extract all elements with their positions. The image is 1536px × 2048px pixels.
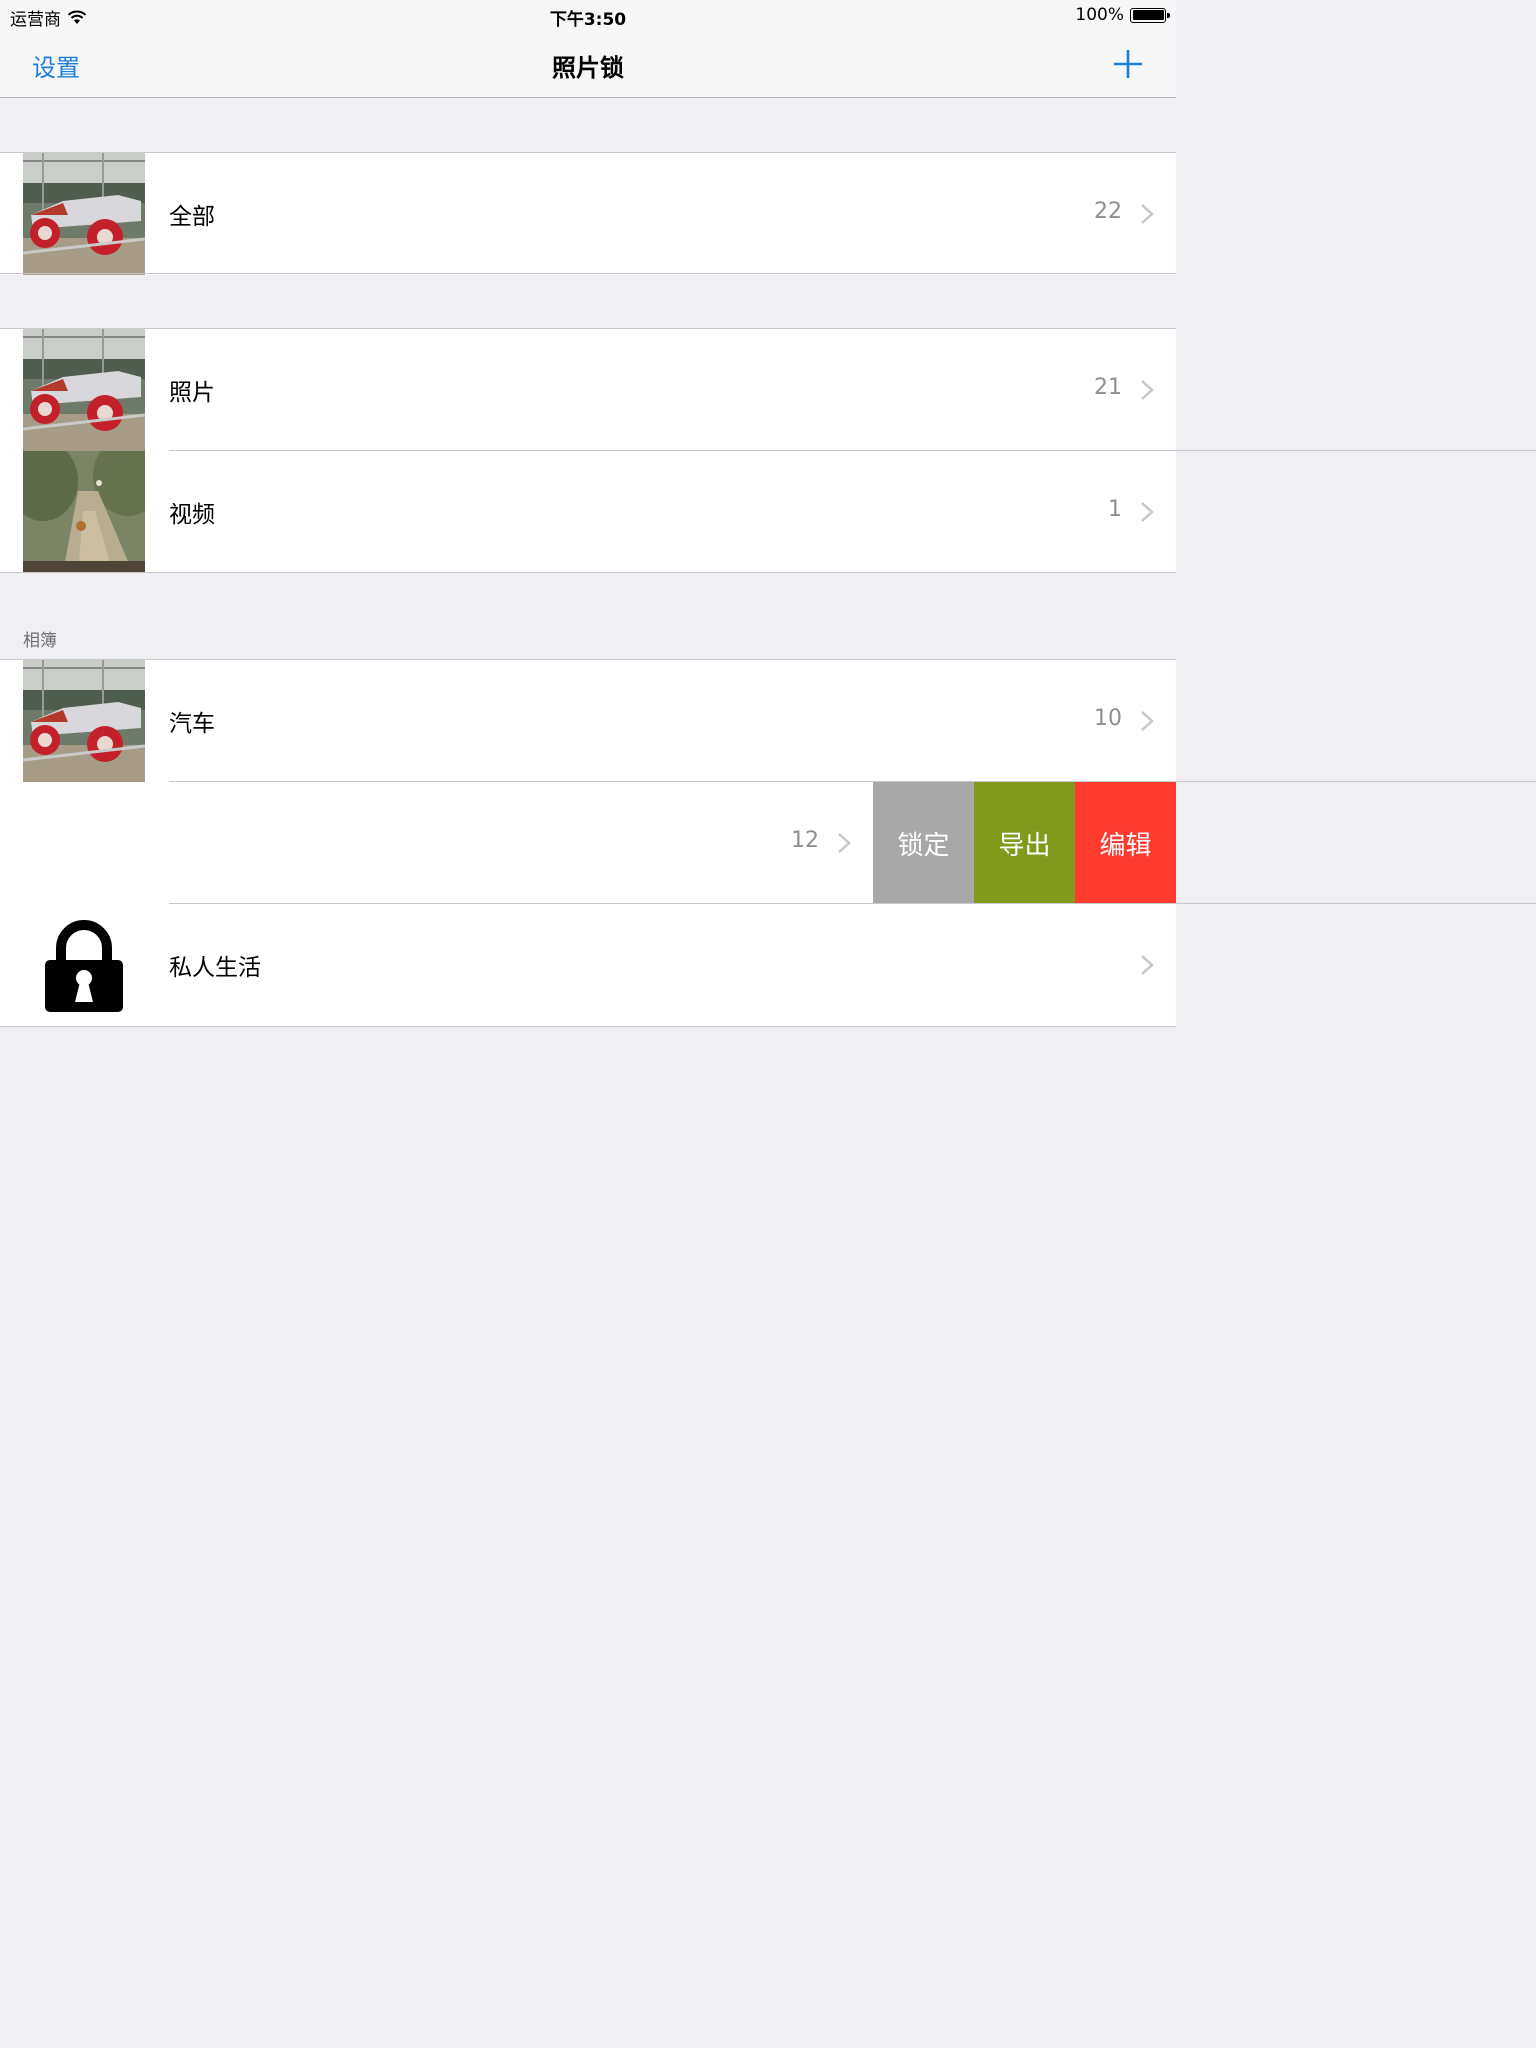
- row-album-cars-label: 汽车: [169, 711, 215, 737]
- row-all[interactable]: 全部 22: [0, 153, 1176, 275]
- plus-icon[interactable]: [1108, 44, 1148, 84]
- lock-icon: [23, 904, 145, 1026]
- car-thumbnail: [23, 329, 145, 451]
- car-thumbnail: [23, 153, 145, 275]
- row-album-private[interactable]: 私人生活: [0, 904, 1176, 1026]
- section-separator: [0, 273, 1176, 274]
- row-videos-count: 1: [1108, 497, 1122, 522]
- row-album-cars-count: 10: [1094, 706, 1122, 731]
- export-action-button[interactable]: 导出: [974, 782, 1075, 904]
- row-all-count: 22: [1094, 199, 1122, 224]
- row-album-swiped[interactable]: 12 锁定 导出 编辑: [0, 782, 1176, 904]
- albums-section-header: 相簿: [23, 631, 57, 651]
- battery-icon: [1130, 7, 1170, 23]
- row-photos-label: 照片: [169, 380, 215, 406]
- row-all-label: 全部: [169, 204, 215, 230]
- section-separator: [0, 1026, 1176, 1027]
- chevron-right-icon: [1141, 204, 1154, 224]
- row-photos[interactable]: 照片 21: [0, 329, 1176, 451]
- battery-percent: 100%: [1075, 5, 1124, 25]
- row-album-swiped-count: 12: [791, 828, 819, 853]
- lock-action-button[interactable]: 锁定: [873, 782, 974, 904]
- page-title: 照片锁: [552, 54, 624, 82]
- row-album-private-label: 私人生活: [169, 955, 261, 981]
- row-videos[interactable]: 视频 1: [0, 451, 1176, 573]
- status-right: 100%: [1075, 5, 1170, 25]
- row-album-cars[interactable]: 汽车 10: [0, 660, 1176, 782]
- navigation-bar: 设置 照片锁: [0, 32, 1176, 98]
- swiped-row-content[interactable]: 12: [0, 782, 873, 904]
- car-thumbnail: [23, 660, 145, 782]
- section-separator: [0, 572, 1176, 573]
- status-time: 下午3:50: [549, 10, 627, 30]
- battery-fill: [1132, 10, 1164, 20]
- chevron-right-icon: [838, 833, 851, 853]
- chevron-right-icon: [1141, 711, 1154, 731]
- edit-action-button[interactable]: 编辑: [1075, 782, 1176, 904]
- chevron-right-icon: [1141, 380, 1154, 400]
- chevron-right-icon: [1141, 955, 1154, 975]
- row-photos-count: 21: [1094, 375, 1122, 400]
- chevron-right-icon: [1141, 502, 1154, 522]
- video-thumbnail: [23, 451, 145, 573]
- status-bar: 运营商 下午3:50 100%: [0, 0, 1176, 32]
- row-videos-label: 视频: [169, 502, 215, 528]
